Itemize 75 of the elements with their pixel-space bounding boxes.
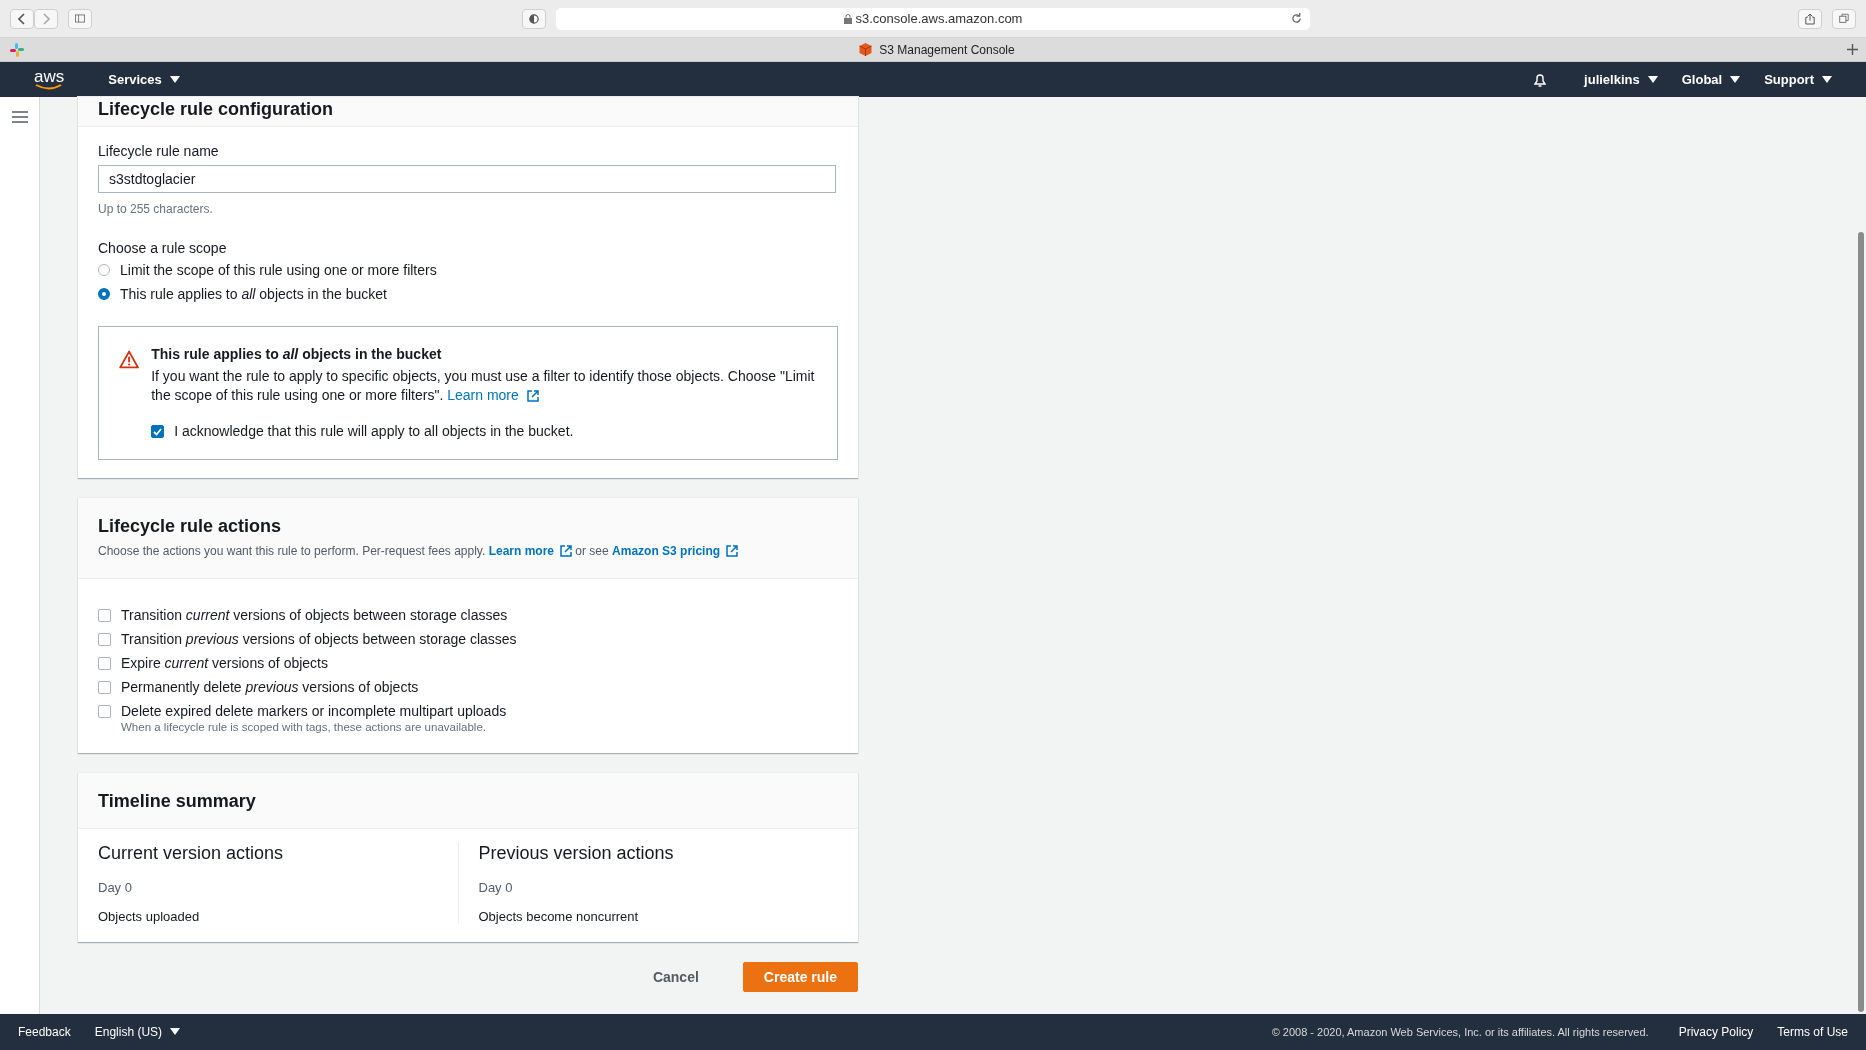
region-menu[interactable]: Global — [1669, 72, 1753, 87]
column-heading: Previous version actions — [478, 843, 675, 864]
hint-text: Up to 255 characters. — [98, 202, 214, 216]
column-heading: Current version actions — [98, 843, 285, 864]
cube-icon — [858, 42, 874, 57]
shield-icon — [529, 12, 539, 25]
external-link-icon — [726, 545, 739, 557]
aws-logo[interactable]: aws — [34, 69, 65, 90]
learn-more-link[interactable]: Learn more — [447, 386, 539, 405]
rule-name-field[interactable]: s3stdtoglacier — [98, 165, 836, 193]
app-icon[interactable] — [10, 42, 24, 57]
address-bar[interactable]: s3.console.aws.amazon.com — [556, 7, 1310, 30]
event-label: Objects become noncurrent — [478, 909, 640, 924]
checkbox[interactable] — [98, 632, 111, 646]
alert-title: This rule applies to all objects in the bucket — [151, 345, 443, 364]
cancel-button[interactable]: Cancel — [634, 963, 717, 991]
checkbox[interactable] — [98, 608, 111, 622]
radio-button[interactable] — [98, 264, 110, 276]
checkbox[interactable] — [98, 680, 111, 694]
caret-icon — [169, 75, 180, 84]
account-menu[interactable]: julielkins — [1572, 72, 1670, 87]
services-menu[interactable]: Services — [96, 72, 192, 87]
checkbox-label[interactable]: I acknowledge that this rule will apply to all objects in the bucket. — [174, 422, 574, 441]
copyright-text: © 2008 - 2020, Amazon Web Services, Inc. or its affiliates. All rights reserved. — [1271, 1026, 1649, 1038]
tabs-button[interactable] — [1832, 8, 1856, 29]
caret-icon — [1822, 75, 1832, 84]
chevron-right-icon — [42, 12, 50, 25]
checkbox-label[interactable]: Delete expired delete markers or incomplete multipart uploads — [121, 703, 507, 719]
checkbox-label[interactable]: Expire current versions of objects — [121, 655, 328, 671]
radio-label[interactable]: Limit the scope of this rule using one or more filters — [120, 262, 437, 278]
menu-icon[interactable] — [11, 111, 28, 123]
reload-icon[interactable] — [1291, 12, 1302, 24]
chevron-left-icon — [18, 12, 26, 25]
tabs-icon — [1839, 12, 1849, 25]
external-link-icon — [526, 389, 539, 402]
radio-label[interactable]: This rule applies to all objects in the bucket — [120, 286, 387, 302]
checkbox[interactable] — [98, 704, 111, 718]
caret-icon — [1730, 75, 1741, 84]
caret-icon — [1647, 75, 1658, 84]
lock-icon — [843, 13, 852, 24]
checkbox[interactable] — [98, 656, 111, 670]
terms-link[interactable]: Terms of Use — [1777, 1025, 1848, 1039]
radio-button[interactable] — [98, 288, 110, 300]
support-menu[interactable]: Support — [1752, 72, 1844, 87]
day-label: Day 0 — [478, 880, 514, 895]
privacy-button[interactable] — [522, 8, 546, 29]
alert-text: If you want the rule to apply to specific objects, you must use a filter to identify those objects. Choose "Limit the scope of this rule using one or more filters". Learn more — [151, 367, 816, 405]
day-label: Day 0 — [98, 880, 133, 895]
panel-title: Lifecycle rule configuration — [98, 99, 335, 120]
caret-icon — [170, 1028, 181, 1036]
privacy-link[interactable]: Privacy Policy — [1678, 1025, 1754, 1039]
checkbox-label[interactable]: Transition current versions of objects between storage classes — [121, 607, 508, 623]
panel-title: Timeline summary — [98, 791, 257, 812]
panel-title: Lifecycle rule actions — [98, 516, 283, 537]
field-label: Choose a rule scope — [98, 240, 228, 256]
share-button[interactable] — [1798, 8, 1822, 29]
pricing-link[interactable]: Amazon S3 pricing — [612, 544, 739, 558]
feedback-link[interactable]: Feedback — [18, 1025, 71, 1039]
bell-icon[interactable] — [1532, 71, 1549, 88]
language-menu[interactable]: English (US) — [94, 1025, 181, 1039]
sidebar-icon — [75, 13, 85, 24]
field-label: Lifecycle rule name — [98, 143, 220, 159]
checkbox-label[interactable]: Transition previous versions of objects between storage classes — [121, 631, 517, 647]
learn-more-link[interactable]: Learn more — [488, 544, 572, 558]
checkbox-label[interactable]: Permanently delete previous versions of objects — [121, 679, 419, 695]
event-label: Objects uploaded — [98, 909, 201, 924]
scrollbar[interactable] — [1858, 232, 1864, 1012]
share-icon — [1805, 11, 1815, 26]
back-button[interactable] — [10, 8, 34, 29]
checkbox[interactable] — [151, 425, 165, 438]
plus-icon[interactable] — [1847, 44, 1858, 55]
panel-description: Choose the actions you want this rule to perform. Per-request fees apply. Learn more or see Amazon S3 pricing — [98, 544, 838, 558]
external-link-icon — [560, 545, 572, 557]
hint-text: When a lifecycle rule is scoped with tags, these actions are unavailable. — [121, 721, 487, 733]
sidebar-button[interactable] — [68, 8, 92, 29]
